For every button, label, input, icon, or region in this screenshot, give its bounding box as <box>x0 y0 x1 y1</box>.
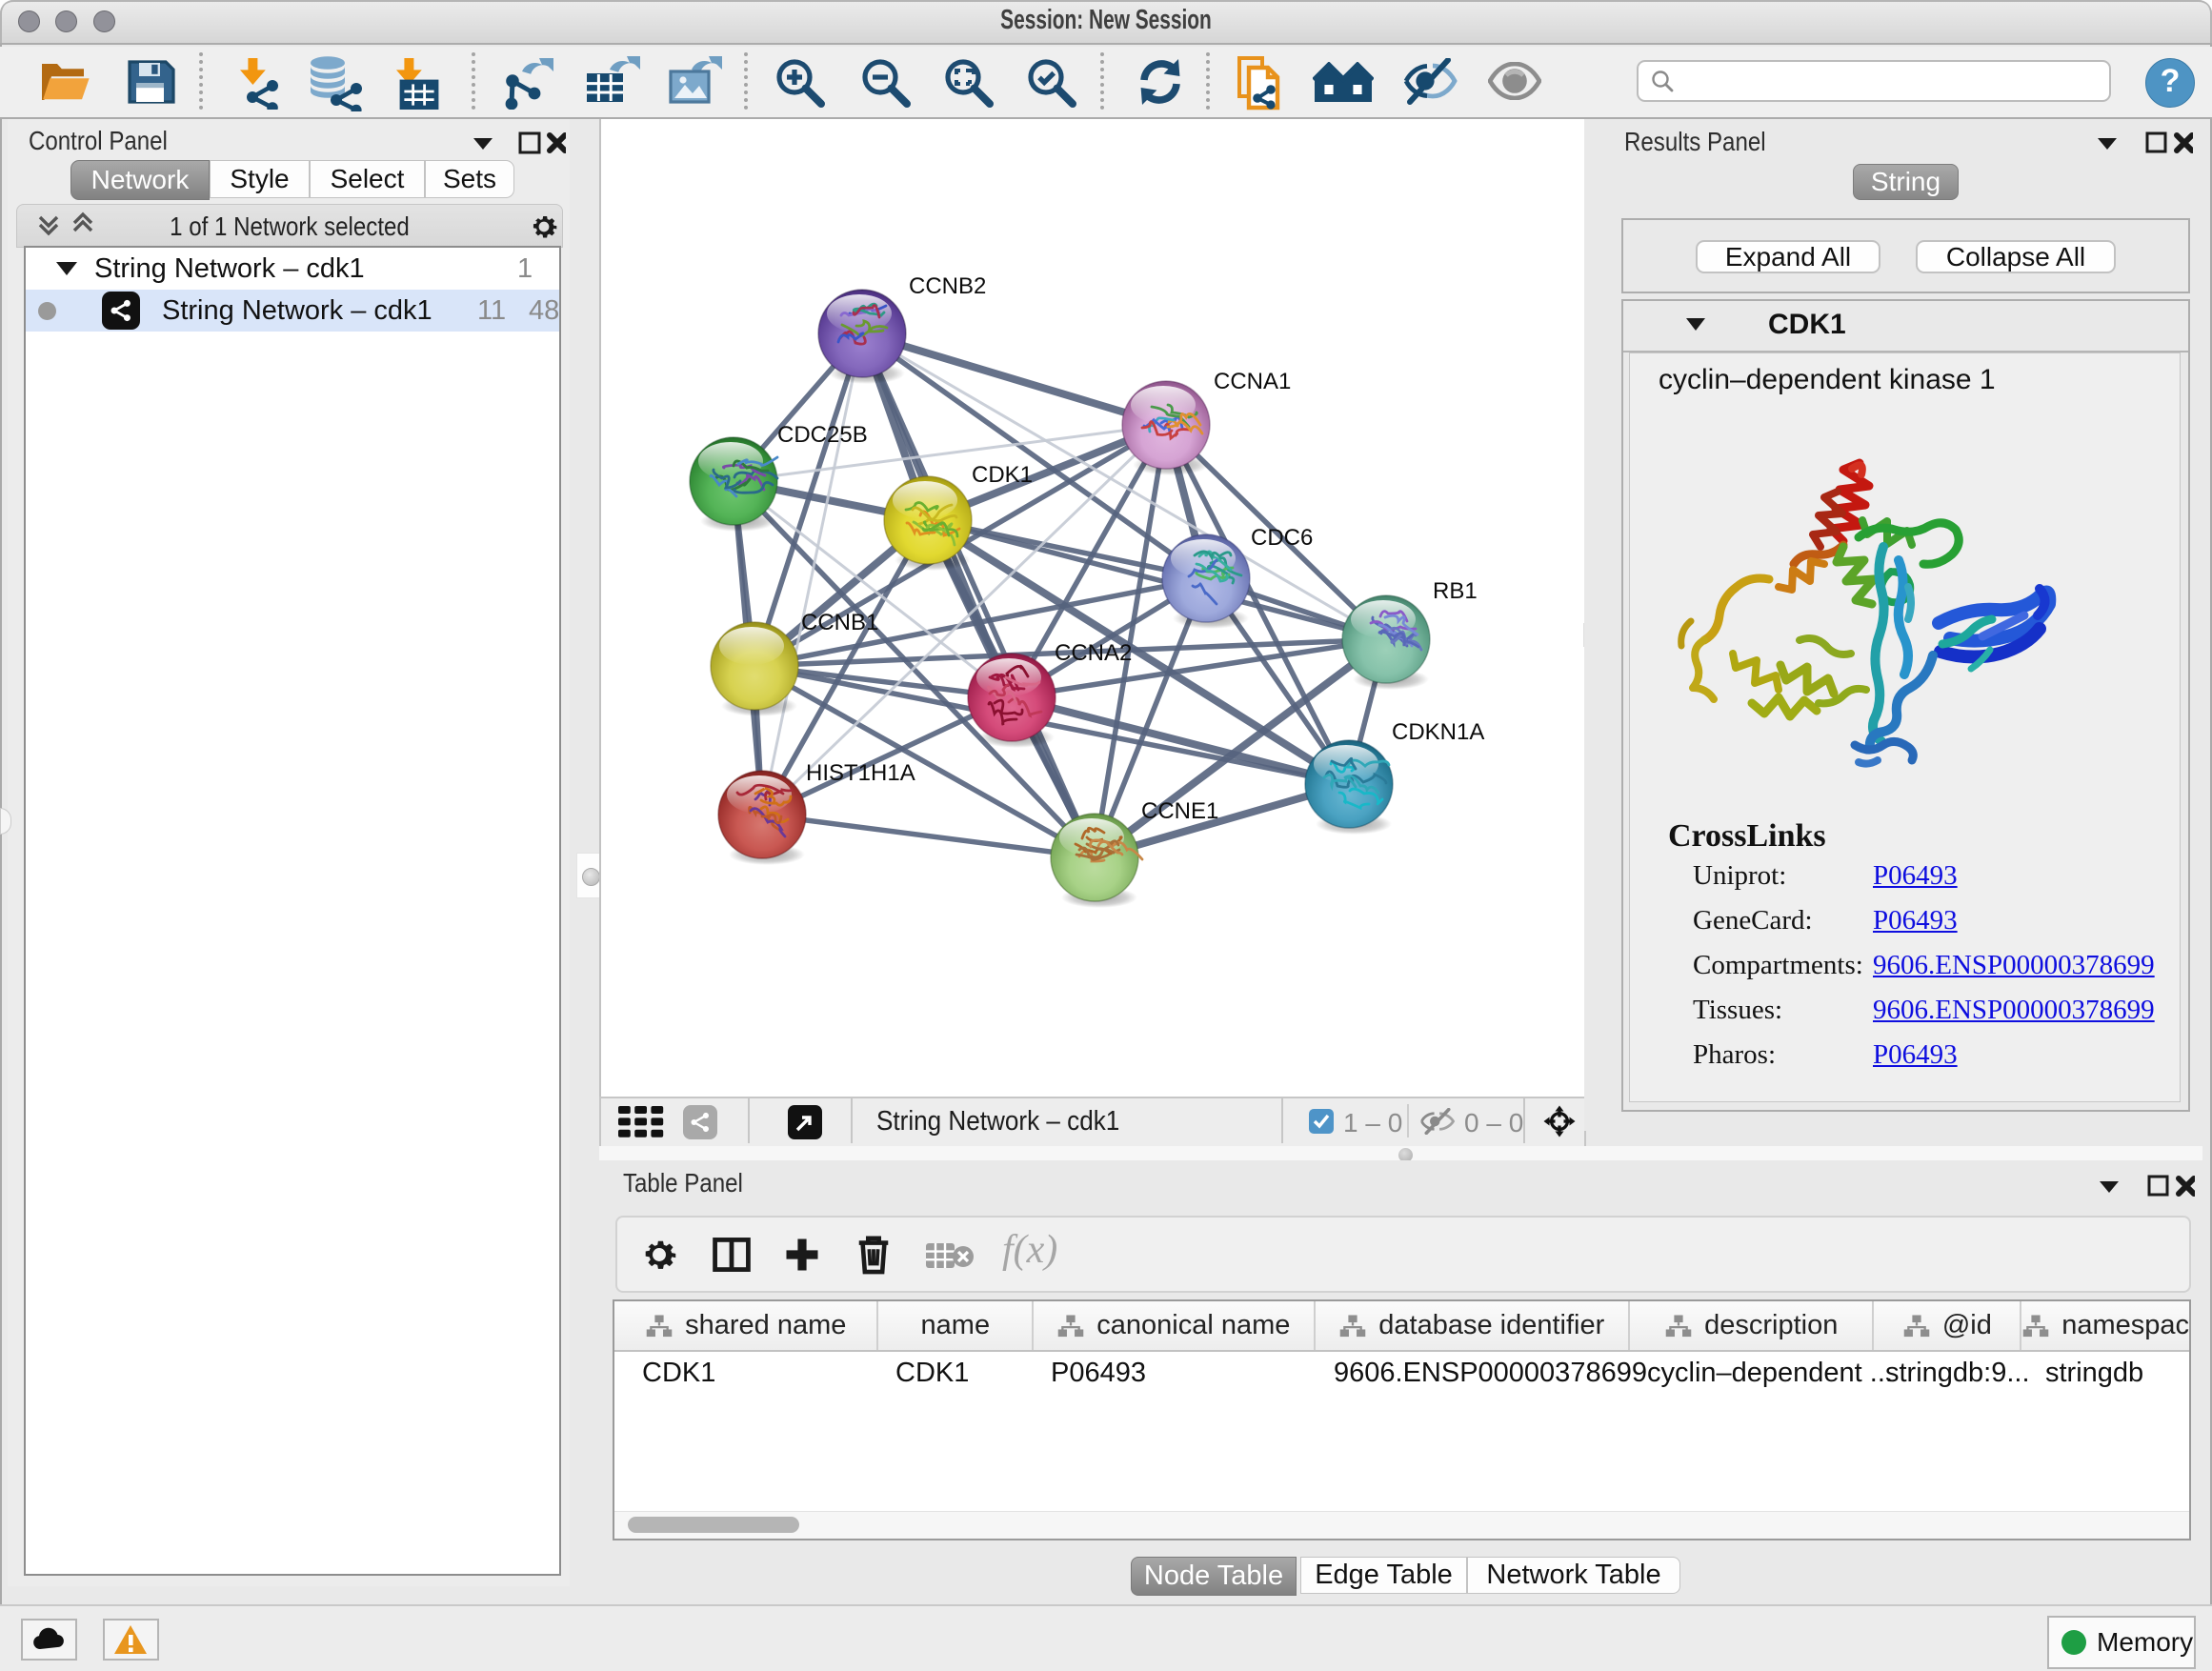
svg-text:HIST1H1A: HIST1H1A <box>806 760 915 786</box>
svg-text:CCNE1: CCNE1 <box>1141 798 1218 824</box>
svg-text:CCNA1: CCNA1 <box>1214 369 1291 394</box>
svg-text:CCNB2: CCNB2 <box>909 273 986 299</box>
svg-text:CDKN1A: CDKN1A <box>1392 719 1484 745</box>
svg-text:CDC6: CDC6 <box>1251 525 1313 551</box>
svg-text:CCNB1: CCNB1 <box>801 610 878 635</box>
svg-text:CDC25B: CDC25B <box>777 422 868 448</box>
svg-text:RB1: RB1 <box>1433 578 1478 604</box>
svg-text:CCNA2: CCNA2 <box>1055 640 1132 666</box>
svg-text:CDK1: CDK1 <box>972 462 1033 488</box>
